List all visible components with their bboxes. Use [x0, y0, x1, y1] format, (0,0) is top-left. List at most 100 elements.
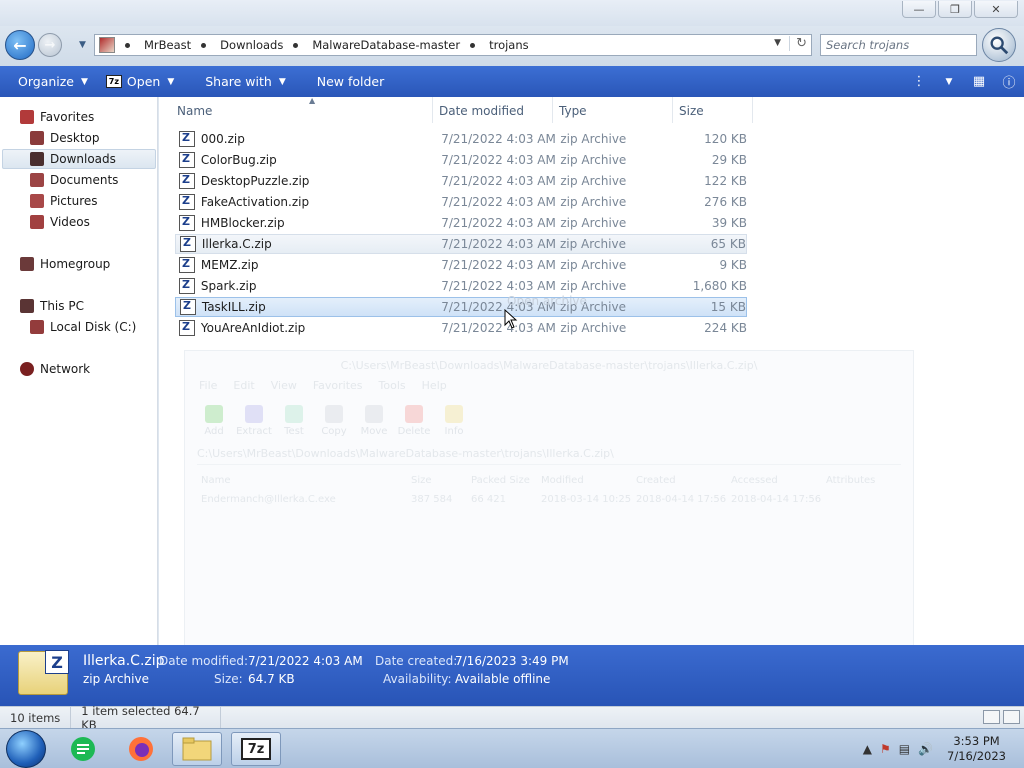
homegroup-icon: [20, 257, 34, 271]
file-name: HMBlocker.zip: [200, 216, 285, 230]
file-row[interactable]: DesktopPuzzle.zip 7/21/2022 4:03 AM zip …: [175, 171, 747, 191]
clock-date: 7/16/2023: [947, 749, 1006, 763]
view-dropdown-icon[interactable]: ▼: [934, 77, 964, 87]
minimize-button[interactable]: —: [902, 1, 936, 18]
nav-favorites[interactable]: Favorites: [20, 107, 94, 127]
clock[interactable]: 3:53 PM 7/16/2023: [947, 734, 1006, 764]
ghost-test-tool: Test: [281, 405, 307, 437]
view-switcher: [983, 710, 1020, 724]
chevron-down-icon: ▼: [278, 76, 286, 87]
maximize-button[interactable]: ❐: [938, 1, 972, 18]
breadcrumb-separator-icon[interactable]: [125, 42, 130, 48]
column-header-type[interactable]: Type: [553, 97, 673, 123]
action-center-flag-icon[interactable]: ⚑: [880, 742, 891, 756]
network-status-icon[interactable]: ▤: [899, 742, 910, 756]
taskbar-app-notes[interactable]: [58, 732, 108, 766]
organize-button[interactable]: Organize ▼: [0, 66, 97, 97]
file-date: 7/21/2022 4:03 AM: [441, 258, 556, 272]
file-row-hovered[interactable]: TaskILL.zip 7/21/2022 4:03 AM zip Archiv…: [175, 297, 747, 317]
nav-network[interactable]: Network: [20, 359, 90, 379]
column-header-name[interactable]: Name ▲: [171, 96, 433, 123]
nav-this-pc-label: This PC: [40, 299, 84, 313]
nav-downloads[interactable]: Downloads: [30, 149, 116, 169]
7zip-icon: 7z: [241, 738, 271, 760]
ghost-menu-tools: Tools: [378, 379, 406, 392]
column-header-date[interactable]: Date modified: [433, 97, 553, 123]
breadcrumb-mrbeast[interactable]: MrBeast: [144, 38, 191, 52]
breadcrumb-downloads[interactable]: Downloads: [220, 38, 283, 52]
refresh-icon[interactable]: ↻: [789, 36, 807, 51]
chevron-down-icon: ▼: [81, 76, 88, 87]
star-icon: [20, 110, 34, 124]
file-row[interactable]: 000.zip 7/21/2022 4:03 AM zip Archive 12…: [175, 129, 747, 149]
file-date: 7/21/2022 4:03 AM: [441, 237, 556, 251]
details-size: 64.7 KB: [248, 672, 295, 686]
details-availability: Available offline: [455, 672, 551, 686]
nav-documents[interactable]: Documents: [30, 170, 118, 190]
nav-desktop[interactable]: Desktop: [30, 128, 100, 148]
command-toolbar: Organize ▼ 7z Open ▼ Share with ▼ New folde…: [0, 66, 1024, 97]
taskbar-app-explorer[interactable]: [172, 732, 222, 766]
view-options-icon[interactable]: ⋮: [904, 74, 934, 89]
address-bar[interactable]: MrBeast Downloads MalwareDatabase-master…: [94, 34, 812, 56]
file-row[interactable]: HMBlocker.zip 7/21/2022 4:03 AM zip Arch…: [175, 213, 747, 233]
ghost-col-attributes: Attributes: [826, 475, 876, 486]
column-header-size[interactable]: Size: [673, 97, 753, 123]
zip-file-icon: [179, 173, 195, 189]
help-icon[interactable]: ⓘ: [994, 72, 1024, 91]
nav-pictures[interactable]: Pictures: [30, 191, 98, 211]
share-with-label: Share with: [205, 74, 272, 89]
address-dropdown-icon[interactable]: ▼: [774, 38, 781, 48]
file-row[interactable]: YouAreAnIdiot.zip 7/21/2022 4:03 AM zip …: [175, 318, 747, 338]
breadcrumb-separator-icon[interactable]: [470, 42, 476, 48]
recent-pages-dropdown-icon[interactable]: ▼: [79, 40, 86, 50]
search-input[interactable]: Search trojans: [820, 34, 977, 56]
file-row[interactable]: Spark.zip 7/21/2022 4:03 AM zip Archive …: [175, 276, 747, 296]
new-folder-button[interactable]: New folder: [295, 66, 394, 97]
ghost-row-modified: 2018-03-14 10:25: [541, 494, 632, 505]
file-name: Illerka.C.zip: [201, 237, 272, 251]
preview-pane-icon[interactable]: ▦: [964, 74, 994, 89]
clock-time: 3:53 PM: [953, 734, 1000, 748]
volume-icon[interactable]: 🔊: [918, 742, 933, 756]
ghost-row-size: 387 584: [411, 494, 453, 505]
taskbar-app-7zip[interactable]: 7z: [231, 732, 281, 766]
nav-pictures-label: Pictures: [50, 194, 98, 208]
nav-local-disk[interactable]: Local Disk (C:): [30, 317, 136, 337]
search-icon[interactable]: [982, 28, 1016, 62]
breadcrumb-separator-icon[interactable]: [201, 42, 207, 48]
file-date: 7/21/2022 4:03 AM: [441, 195, 556, 209]
file-row[interactable]: ColorBug.zip 7/21/2022 4:03 AM zip Archi…: [175, 150, 747, 170]
nav-downloads-label: Downloads: [50, 152, 116, 166]
file-row-focused[interactable]: Illerka.C.zip 7/21/2022 4:03 AM zip Arch…: [175, 234, 747, 254]
share-with-button[interactable]: Share with ▼: [183, 66, 295, 97]
back-button[interactable]: ←: [5, 30, 35, 60]
details-availability-label: Availability:: [383, 672, 452, 686]
file-row[interactable]: FakeActivation.zip 7/21/2022 4:03 AM zip…: [175, 192, 747, 212]
breadcrumb-trojans[interactable]: trojans: [489, 38, 529, 52]
zip-file-icon: [179, 257, 195, 273]
show-hidden-icons-icon[interactable]: ▲: [863, 742, 872, 756]
close-button[interactable]: ✕: [974, 1, 1018, 18]
ghost-tool-label: Move: [360, 426, 388, 437]
file-size: 15 KB: [710, 300, 746, 314]
file-date: 7/21/2022 4:03 AM: [441, 174, 556, 188]
start-button[interactable]: [6, 730, 46, 768]
open-button[interactable]: 7z Open ▼: [97, 66, 183, 97]
zip-file-icon: [179, 194, 195, 210]
firefox-icon: [129, 737, 153, 761]
taskbar-app-firefox[interactable]: [116, 732, 166, 766]
breadcrumb-malwaredatabase[interactable]: MalwareDatabase-master: [312, 38, 460, 52]
file-row[interactable]: MEMZ.zip 7/21/2022 4:03 AM zip Archive 9…: [175, 255, 747, 275]
forward-button[interactable]: →: [38, 33, 62, 57]
details-view-icon[interactable]: [983, 710, 1000, 724]
pictures-icon: [30, 194, 44, 208]
ghost-tool-label: Copy: [321, 426, 347, 437]
nav-homegroup[interactable]: Homegroup: [20, 254, 110, 274]
nav-videos[interactable]: Videos: [30, 212, 90, 232]
large-icons-view-icon[interactable]: [1003, 710, 1020, 724]
copy-icon: [325, 405, 343, 423]
breadcrumb-separator-icon[interactable]: [293, 42, 299, 48]
ghost-list-row: Endermanch@Illerka.C.exe 387 584 66 421 …: [185, 492, 913, 507]
nav-this-pc[interactable]: This PC: [20, 296, 84, 316]
